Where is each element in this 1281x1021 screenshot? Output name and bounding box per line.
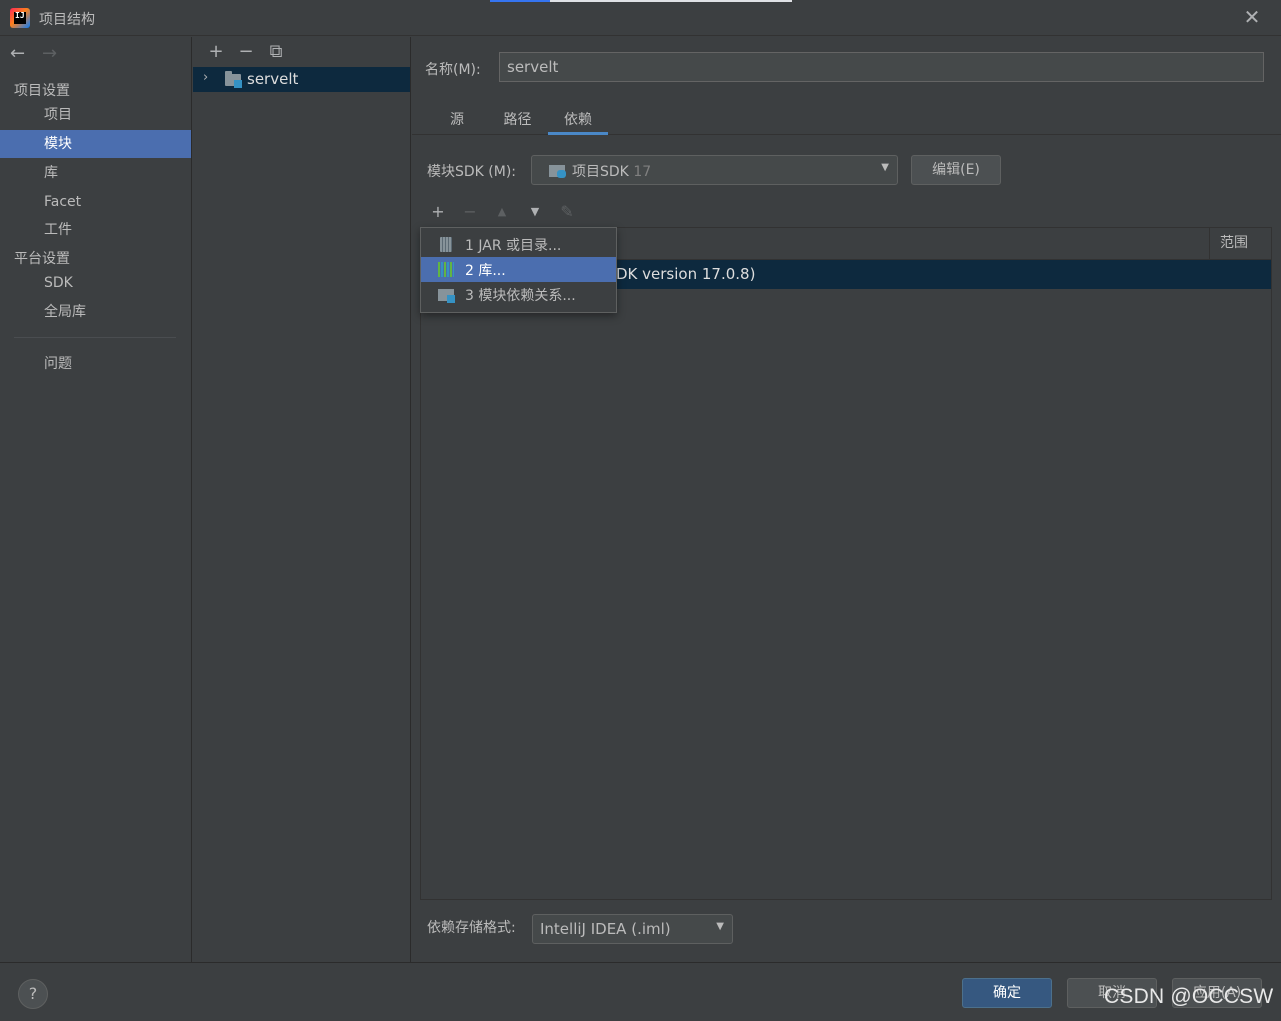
edit-sdk-button[interactable]: 编辑(E) [911,155,1001,185]
nav-arrows: ← → [10,43,64,65]
window-title: 项目结构 [39,12,95,28]
tab-dependencies[interactable]: 依赖 [548,109,608,135]
module-icon [438,289,455,303]
remove-module-icon[interactable]: − [231,41,261,62]
module-folder-icon [225,71,242,88]
nav-item-global-libraries[interactable]: 全局库 [0,298,191,326]
popup-item-label: 3 模块依赖关系... [465,288,576,304]
move-up-icon[interactable]: ▲ [492,205,512,218]
add-dependency-icon[interactable]: + [428,202,448,221]
edit-dependency-icon[interactable]: ✎ [557,202,577,221]
remove-dependency-icon[interactable]: − [460,202,480,221]
popup-item-module-dependency[interactable]: 3 模块依赖关系... [421,282,616,307]
module-sdk-label: 模块SDK (M): [427,164,517,180]
module-tree-pane: + − ⧉ › servelt [193,37,411,962]
storage-format-select[interactable]: IntelliJ IDEA (.iml) ▼ [532,914,733,944]
close-icon[interactable]: ✕ [1241,6,1263,28]
nav-divider [14,337,176,338]
tab-sources[interactable]: 源 [447,109,467,135]
sdk-folder-icon [549,165,566,178]
nav-item-modules[interactable]: 模块 [0,130,191,158]
module-tabs: 源 路径 依赖 [412,107,1281,135]
module-tree-row[interactable]: › servelt [193,67,410,92]
module-name-input[interactable]: servelt [499,52,1264,82]
nav-item-libraries[interactable]: 库 [0,159,191,187]
popup-item-jar[interactable]: 1 JAR 或目录... [421,232,616,257]
popup-item-label: 2 库... [465,263,506,279]
sdk-name: 项目SDK [572,164,629,180]
ok-button[interactable]: 确定 [962,978,1052,1008]
sdk-version: 17 [633,164,652,180]
move-down-icon[interactable]: ▼ [525,205,545,218]
dependency-row-text: DK version 17.0.8) [616,265,756,283]
module-settings-pane: 名称(M): servelt 源 路径 依赖 模块SDK (M): 项目SDK … [412,37,1281,962]
top-strip-light [550,0,792,2]
module-sdk-select[interactable]: 项目SDK 17 ▼ [531,155,898,185]
nav-item-problems[interactable]: 问题 [0,350,191,378]
scope-column-header[interactable]: 范围 [1209,228,1271,259]
storage-format-label: 依赖存储格式: [427,920,516,936]
nav-item-facets[interactable]: Facet [0,188,191,216]
nav-section-platform-settings: 平台设置 [14,251,70,267]
watermark: CSDN @OCCSW [1104,985,1274,1008]
sdk-value: 项目SDK 17 [572,161,651,181]
top-strip-accent [490,0,550,2]
tab-paths[interactable]: 路径 [500,109,535,135]
nav-item-artifacts[interactable]: 工件 [0,216,191,244]
add-module-icon[interactable]: + [201,41,231,62]
name-label: 名称(M): [425,62,481,78]
add-dependency-popup: 1 JAR 或目录... 2 库... 3 模块依赖关系... [420,227,617,313]
chevron-down-icon[interactable]: ▼ [716,921,724,932]
dependency-table: 范围 DK version 17.0.8) [420,227,1272,900]
help-button[interactable]: ? [18,979,48,1009]
library-icon [438,262,454,277]
back-arrow-icon[interactable]: ← [10,43,32,64]
dialog-footer: ? 确定 取消 应用(A) [0,962,1281,1021]
intellij-app-icon: IJ [10,8,30,28]
popup-item-library[interactable]: 2 库... [421,257,616,282]
jar-icon [440,237,452,252]
app-icon-text: IJ [15,11,25,20]
copy-module-icon[interactable]: ⧉ [261,41,291,62]
module-name-label: servelt [247,70,299,88]
nav-section-project-settings: 项目设置 [14,83,70,99]
storage-format-value: IntelliJ IDEA (.iml) [540,920,671,938]
nav-item-sdks[interactable]: SDK [0,269,191,297]
title-bar: IJ 项目结构 ✕ [0,0,1281,36]
nav-item-project[interactable]: 项目 [0,101,191,129]
expand-chevron-icon[interactable]: › [203,70,208,85]
module-tree-toolbar: + − ⧉ [201,41,291,63]
chevron-down-icon[interactable]: ▼ [881,162,889,173]
popup-item-label: 1 JAR 或目录... [465,238,562,254]
settings-nav: ← → 项目设置 项目 模块 库 Facet 工件 平台设置 SDK 全局库 问题 [0,37,192,962]
forward-arrow-icon[interactable]: → [42,43,64,64]
